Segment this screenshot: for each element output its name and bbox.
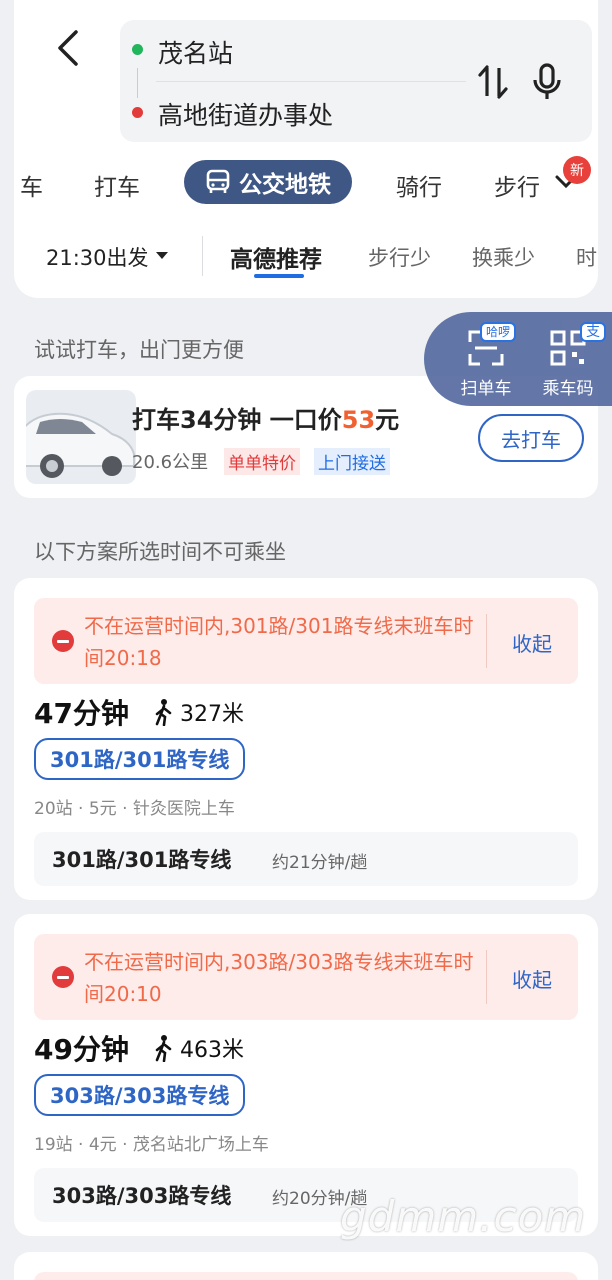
warning-divider	[486, 950, 487, 1004]
car-image	[26, 390, 136, 484]
plan-meta: 20站 · 5元 · 针灸医院上车	[34, 799, 235, 819]
hello-tag: 哈啰	[480, 322, 517, 342]
scan-bike-label: 扫单车	[460, 379, 512, 399]
tab-transit[interactable]: 公交地铁	[184, 160, 352, 204]
line-name: 301路/301路专线	[52, 848, 232, 872]
bus-line-chip[interactable]: 303路/303路专线	[34, 1074, 246, 1116]
new-badge: 新	[563, 156, 591, 184]
plan-meta: 19站 · 4元 · 茂名站北广场上车	[34, 1135, 269, 1155]
warning-banner-partial	[34, 1272, 578, 1280]
plan-card[interactable]: 不在运营时间内,301路/301路专线末班车时间20:18 收起 47分钟 32…	[14, 578, 598, 900]
origin-field[interactable]: 茂名站	[158, 34, 233, 70]
alipay-tag: 支	[580, 322, 606, 342]
destination-field[interactable]: 高地街道办事处	[158, 96, 333, 132]
walk-distance: 463米	[180, 1038, 244, 1063]
plan-duration: 49分钟	[34, 1033, 129, 1066]
no-entry-icon	[52, 966, 74, 988]
swap-icon[interactable]	[476, 62, 510, 102]
walking-icon	[155, 699, 172, 726]
tab-car-partial[interactable]: 车	[20, 168, 43, 202]
plan-card[interactable]: 不在运营时间内,303路/303路专线末班车时间20:10 收起 49分钟 46…	[14, 914, 598, 1236]
warning-text: 不在运营时间内,301路/301路专线末班车时间20:18	[84, 614, 474, 670]
option-less-transfer[interactable]: 换乘少	[472, 242, 535, 272]
tab-transit-label: 公交地铁	[239, 172, 331, 198]
warning-text: 不在运营时间内,303路/303路专线末班车时间20:10	[84, 950, 474, 1006]
go-taxi-button[interactable]: 去打车	[478, 414, 584, 462]
option-recommended[interactable]: 高德推荐	[230, 240, 322, 274]
option-active-underline	[254, 274, 304, 278]
taxi-suggestion-title: 试试打车，出门更方便	[34, 338, 244, 362]
travel-mode-tabs: 车 打车 公交地铁 骑行 步行	[14, 160, 598, 368]
option-time-partial[interactable]: 时	[576, 242, 597, 272]
walk-distance: 327米	[180, 702, 244, 727]
special-price-tag: 单单特价	[224, 448, 300, 475]
watermark: gdmm.com	[340, 1192, 587, 1241]
bus-icon	[206, 169, 230, 193]
pickup-tag: 上门接送	[314, 448, 390, 475]
ride-code-button[interactable]: 支 乘车码	[528, 322, 608, 399]
taxi-title-prefix: 打车34分钟 一口价	[132, 406, 342, 434]
collapse-button[interactable]: 收起	[512, 628, 552, 657]
plan-card-partial[interactable]	[14, 1252, 598, 1280]
route-options-bar: 21:30出发 高德推荐 步行少 换乘少 时	[14, 232, 598, 280]
ride-code-label: 乘车码	[542, 379, 594, 399]
tab-bike[interactable]: 骑行	[396, 168, 442, 202]
route-connector	[137, 68, 138, 98]
route-input-box[interactable]: 茂名站 高地街道办事处	[120, 20, 592, 142]
taxi-title: 打车34分钟 一口价53元	[132, 400, 399, 435]
scan-bike-button[interactable]: 哈啰 扫单车	[446, 322, 526, 399]
warning-banner: 不在运营时间内,301路/301路专线末班车时间20:18 收起	[34, 598, 578, 684]
taxi-price: 53	[341, 406, 376, 434]
destination-dot-icon	[132, 107, 143, 118]
route-separator	[156, 81, 466, 82]
line-name: 303路/303路专线	[52, 1184, 232, 1208]
taxi-price-unit: 元	[375, 406, 400, 434]
tab-taxi[interactable]: 打车	[94, 168, 140, 202]
no-entry-icon	[52, 630, 74, 652]
floating-tools-panel: 哈啰 扫单车 支 乘车码	[424, 312, 612, 406]
tab-walk-partial[interactable]: 步行	[494, 168, 540, 202]
line-frequency: 约21分钟/趟	[272, 853, 368, 873]
unavailable-title: 以下方案所选时间不可乘坐	[34, 540, 286, 564]
warning-banner: 不在运营时间内,303路/303路专线末班车时间20:10 收起	[34, 934, 578, 1020]
warning-divider	[486, 614, 487, 668]
line-detail-row[interactable]: 301路/301路专线 约21分钟/趟	[34, 832, 578, 886]
collapse-button[interactable]: 收起	[512, 964, 552, 993]
route-header-card: 茂名站 高地街道办事处 车 打车 公交地铁 骑行 步行 21:30出发 高德推荐…	[14, 0, 598, 368]
bus-line-chip[interactable]: 301路/301路专线	[34, 738, 246, 780]
plan-duration: 47分钟	[34, 697, 129, 730]
origin-dot-icon	[132, 44, 143, 55]
microphone-icon[interactable]	[530, 62, 564, 102]
caret-down-icon	[156, 252, 168, 259]
walking-icon	[155, 1035, 172, 1062]
option-less-walk[interactable]: 步行少	[368, 242, 431, 272]
depart-time-selector[interactable]: 21:30出发	[46, 242, 149, 272]
options-divider	[202, 236, 203, 276]
back-arrow-icon[interactable]	[52, 26, 86, 70]
taxi-distance: 20.6公里	[132, 452, 209, 473]
